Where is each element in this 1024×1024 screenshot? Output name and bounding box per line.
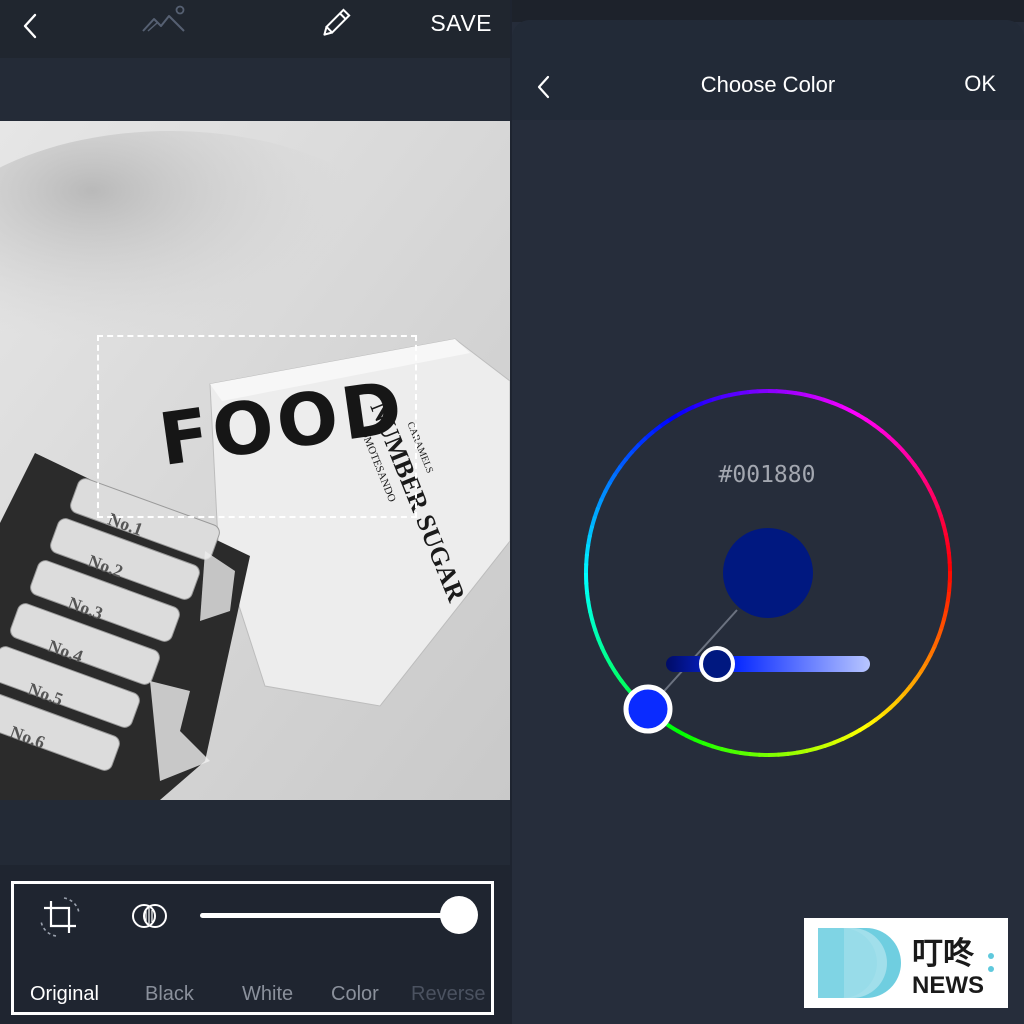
- logo-dots: [988, 953, 994, 972]
- color-picker-panel: Choose Color OK #001880: [512, 0, 1024, 1024]
- brightness-slider-track[interactable]: [666, 656, 870, 672]
- photo-canvas[interactable]: NUMBER SUGAR CARAMELS OMOTESANDO No.1 No…: [0, 121, 510, 800]
- mode-black[interactable]: Black: [145, 983, 194, 1006]
- logo-news-text: NEWS: [912, 972, 984, 999]
- watermark-logo: 叮咚 NEWS: [804, 918, 1008, 1008]
- hue-selector-knob[interactable]: [623, 684, 673, 734]
- opacity-slider-track[interactable]: [200, 913, 458, 918]
- mode-color[interactable]: Color: [331, 983, 379, 1006]
- save-button[interactable]: SAVE: [430, 10, 492, 37]
- mode-original[interactable]: Original: [30, 983, 99, 1006]
- color-wheel[interactable]: [512, 0, 1024, 1024]
- selected-color-swatch: [723, 528, 813, 618]
- mode-white[interactable]: White: [242, 983, 293, 1006]
- overlap-circles-icon[interactable]: [130, 900, 170, 932]
- hex-color-value[interactable]: #001880: [662, 462, 872, 488]
- brightness-slider-knob[interactable]: [699, 646, 735, 682]
- logo-d-mark: [818, 928, 901, 998]
- selection-rectangle[interactable]: [97, 335, 417, 518]
- pen-icon[interactable]: [318, 8, 352, 40]
- back-icon[interactable]: [20, 12, 42, 40]
- crop-icon[interactable]: [38, 895, 82, 939]
- logo-chinese-text: 叮咚: [912, 936, 974, 972]
- mode-reverse[interactable]: Reverse: [411, 983, 485, 1006]
- photo-editor-panel: SAVE NUMBER SUGAR CARAMELS OMOTESANDO No…: [0, 0, 510, 1024]
- toolbar-spacer: [0, 58, 510, 120]
- top-toolbar: SAVE: [0, 0, 510, 58]
- image-icon[interactable]: [140, 4, 188, 36]
- opacity-slider-knob[interactable]: [440, 896, 478, 934]
